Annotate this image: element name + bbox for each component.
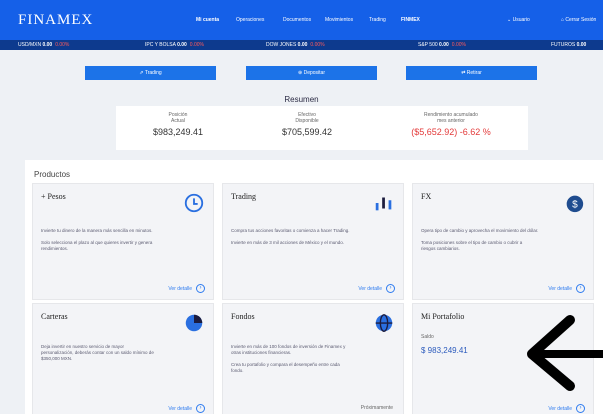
ticker-item: FUTUROS 0.00 [551, 42, 587, 48]
nav-trading[interactable]: Trading [369, 17, 386, 23]
resumen-title: Resumen [284, 95, 319, 104]
logout-link[interactable]: ⌂ Cerrar Sesión [561, 17, 596, 23]
resumen-efectivo: Efectivo Disponible $705,599.42 [232, 112, 382, 137]
arrow-right-icon: › [576, 284, 585, 293]
rendimiento-value: ($5,652.92) -6.62 % [411, 127, 491, 137]
efectivo-value: $705,599.42 [281, 127, 333, 137]
ticker-item: USD/MXN 0.00 0.00% [18, 42, 70, 48]
arrow-right-icon: › [196, 284, 205, 293]
product-card-pesos[interactable]: + Pesos Invierte tu dinero de la manera … [32, 183, 214, 300]
ver-detalle-link[interactable]: Ver detalle › [548, 284, 585, 293]
nav-documentos[interactable]: Documentos [283, 17, 311, 23]
logout-label: Cerrar Sesión [565, 17, 597, 23]
page: FINAMEX Mi cuenta Operaciones Documentos… [0, 0, 603, 414]
resumen-rendimiento: Rendimiento acumulado mes anterior ($5,6… [376, 112, 526, 137]
svg-text:$: $ [572, 200, 578, 211]
trading-button[interactable]: ⇗ Trading [85, 66, 216, 80]
saldo-value: $ 983,249.41 [421, 346, 468, 355]
ver-detalle-link[interactable]: Ver detalle › [358, 284, 395, 293]
arrow-right-icon: › [386, 284, 395, 293]
pie-chart-icon [185, 314, 203, 332]
resumen-posicion: Posición Actual $983,249.41 [103, 112, 253, 137]
posicion-value: $983,249.41 [152, 127, 204, 137]
ticker-item: S&P 500 0.00 0.00% [418, 42, 466, 48]
top-nav-bar: FINAMEX Mi cuenta Operaciones Documentos… [0, 0, 603, 40]
retirar-button[interactable]: ⇄ Retirar [406, 66, 537, 80]
ver-detalle-link[interactable]: Ver detalle › [168, 404, 205, 413]
arrow-right-icon: › [196, 404, 205, 413]
pointer-arrow-icon [527, 315, 603, 391]
products-title: Productos [34, 170, 71, 179]
user-name: Usuario [512, 17, 530, 23]
globe-icon [375, 314, 393, 332]
bar-chart-icon [375, 197, 392, 211]
product-card-trading[interactable]: Trading Compra tus acciones favoritas o … [222, 183, 404, 300]
proximamente-label: Próximamente [360, 405, 393, 411]
product-card-fx[interactable]: FX $ Opera tipo de cambio y aprovecha el… [412, 183, 594, 300]
depositar-button[interactable]: ⊕ Depositar [246, 66, 377, 80]
market-ticker: USD/MXN 0.00 0.00% IPC Y BOLSA 0.00 0.00% … [0, 40, 603, 50]
ver-detalle-link[interactable]: Ver detalle › [168, 284, 205, 293]
nav-operaciones[interactable]: Operaciones [236, 17, 264, 23]
arrow-right-icon: › [576, 404, 585, 413]
ticker-item: DOW JONES 0.00 0.00% [266, 42, 325, 48]
saldo-label: Saldo [421, 334, 434, 340]
nav-finmex[interactable]: FINMEX [401, 17, 420, 23]
ticker-item: IPC Y BOLSA 0.00 0.00% [145, 42, 204, 48]
user-menu[interactable]: ⌄ Usuario [507, 17, 530, 23]
dollar-exchange-icon: $ [566, 195, 584, 213]
nav-mi-cuenta[interactable]: Mi cuenta [196, 17, 219, 23]
app-logo[interactable]: FINAMEX [18, 12, 93, 29]
nav-movimientos[interactable]: Movimientos [325, 17, 353, 23]
product-card-fondos[interactable]: Fondos Invierte en más de 100 fondos de … [222, 303, 404, 414]
product-card-carteras[interactable]: Carteras Deja invertir en nuestro servic… [32, 303, 214, 414]
ver-detalle-link[interactable]: Ver detalle › [548, 404, 585, 413]
clock-icon [184, 193, 204, 213]
